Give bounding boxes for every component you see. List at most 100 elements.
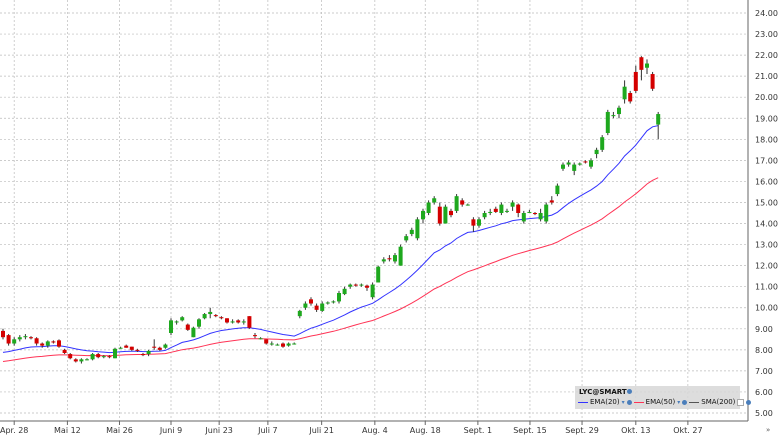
sma200-checkbox[interactable]	[737, 398, 745, 406]
ma-line-ema20	[2, 125, 659, 354]
candle-body	[633, 71, 638, 91]
candle-body	[230, 321, 235, 323]
candle-body	[146, 350, 151, 355]
candle-body	[398, 246, 403, 266]
y-tick-label: 11.00	[755, 283, 778, 292]
candle-body	[527, 211, 532, 213]
candle-body	[157, 347, 162, 350]
candle-body	[12, 339, 17, 344]
candle-body	[40, 343, 45, 346]
candle-body	[656, 114, 661, 125]
settings-icon[interactable]	[627, 389, 632, 394]
dropdown-icon[interactable]: ▾	[622, 399, 625, 406]
candle-body	[645, 63, 649, 68]
candle-body	[185, 324, 190, 330]
candle-body	[17, 337, 22, 340]
candle-body	[611, 115, 616, 117]
settings-icon[interactable]	[626, 399, 632, 405]
candlestick-chart[interactable]: 5.00 6.00 7.00 8.00 9.00 10.00 11.00 12.00 13.00…	[0, 0, 780, 438]
candle-body	[561, 164, 565, 169]
candle-body	[426, 202, 431, 213]
x-tick-label: Sept. 1	[464, 426, 492, 435]
candle-body	[617, 107, 621, 115]
candle-body	[516, 204, 521, 213]
candle-body	[129, 346, 134, 350]
candle-body	[135, 349, 140, 351]
candle-body	[577, 163, 582, 165]
legend-ema20[interactable]: EMA(20)	[590, 398, 620, 406]
settings-icon[interactable]	[746, 399, 752, 405]
candle-body	[337, 293, 341, 302]
candle-body	[118, 347, 123, 349]
candle-body	[493, 208, 498, 212]
dropdown-icon[interactable]: ▾	[677, 399, 680, 406]
candle-body	[208, 311, 213, 315]
x-tick-label: Aug. 4	[362, 426, 388, 435]
y-tick-label: 16.00	[755, 177, 778, 186]
x-tick-label: Juni 9	[159, 426, 182, 435]
candle-body	[163, 344, 168, 348]
candle-body	[544, 204, 549, 222]
y-tick-label: 6.00	[755, 388, 773, 397]
candle-body	[650, 74, 655, 89]
candle-body	[286, 343, 291, 346]
candle-body	[247, 316, 252, 328]
candle-body	[141, 354, 145, 356]
legend-sma200[interactable]: SMA(200)	[701, 398, 735, 406]
x-tick-label: Sept. 29	[565, 426, 598, 435]
candle-body	[101, 356, 106, 358]
chart-container: 5.00 6.00 7.00 8.00 9.00 10.00 11.00 12.00 13.00…	[0, 0, 780, 438]
candle-body	[264, 339, 269, 344]
candle-body	[331, 301, 336, 303]
candle-body	[443, 206, 448, 224]
candle-body	[124, 345, 129, 348]
candle-body	[174, 321, 179, 323]
candle-body	[437, 206, 442, 224]
candle-body	[292, 343, 297, 345]
candle-body	[79, 359, 84, 362]
candle-body	[107, 356, 112, 358]
candle-body	[320, 303, 325, 311]
ema20-swatch	[578, 401, 588, 403]
candle-body	[51, 341, 56, 343]
x-tick-label: Mai 12	[54, 426, 81, 435]
y-tick-label: 22.00	[755, 51, 778, 60]
y-tick-label: 12.00	[755, 262, 778, 271]
legend-ema50[interactable]: EMA(50)	[646, 398, 676, 406]
y-tick-label: 17.00	[755, 156, 778, 165]
y-tick-label: 15.00	[755, 198, 778, 207]
candle-body	[236, 320, 241, 323]
candle-body	[1, 330, 5, 338]
candle-body	[258, 338, 263, 340]
candle-body	[387, 258, 392, 260]
candle-body	[62, 349, 67, 353]
candle-body	[68, 354, 73, 359]
candle-body	[432, 198, 437, 203]
candle-body	[477, 219, 481, 226]
scroll-right-icon[interactable]: »	[766, 426, 770, 434]
candle-body	[465, 204, 470, 206]
candle-body	[348, 284, 353, 287]
candle-body	[533, 213, 537, 215]
candle-body	[113, 348, 117, 359]
y-tick-label: 14.00	[755, 220, 778, 229]
candle-body	[449, 210, 453, 216]
candle-body	[241, 321, 246, 323]
candle-body	[6, 335, 11, 344]
candle-body	[275, 344, 280, 346]
sma200-swatch	[689, 401, 700, 403]
y-tick-label: 10.00	[755, 304, 778, 313]
candle-body	[303, 303, 308, 308]
candle-body	[454, 196, 459, 211]
y-tick-label: 7.00	[755, 367, 773, 376]
candle-body	[342, 288, 347, 295]
candle-body	[57, 340, 61, 347]
candle-body	[538, 213, 543, 220]
candle-body	[404, 236, 409, 241]
candle-body	[314, 305, 319, 310]
candle-body	[566, 162, 571, 165]
candle-body	[309, 299, 313, 304]
candle-body	[583, 161, 588, 163]
settings-icon[interactable]	[682, 399, 688, 405]
x-tick-label: Okt. 27	[673, 426, 702, 435]
